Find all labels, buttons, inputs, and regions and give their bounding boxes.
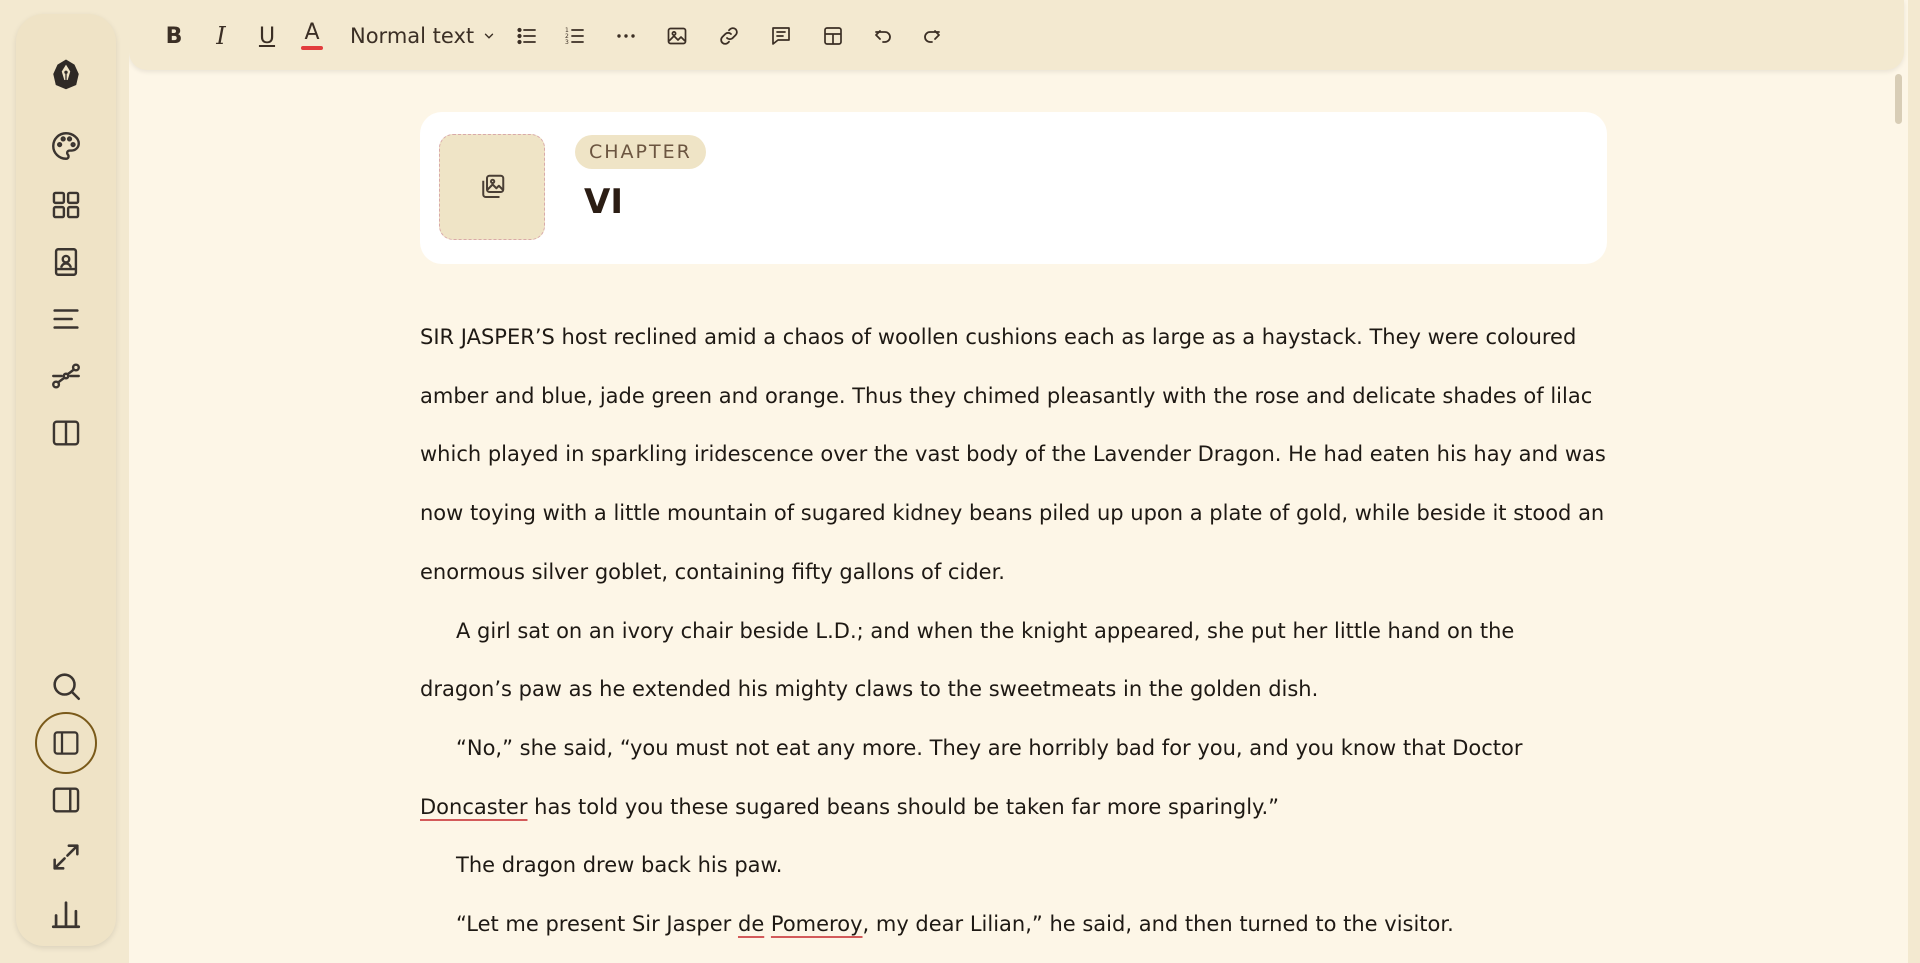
text-run: “Let me present Sir Jasper [456, 912, 738, 937]
paragraph-style-select[interactable]: Normal text [350, 17, 496, 55]
chapter-title[interactable]: VI [584, 182, 623, 222]
misspelled-word: Doncaster [420, 794, 528, 819]
manuscript-text[interactable]: SIR JASPER’S host reclined amid a chaos … [420, 308, 1610, 954]
image-icon[interactable] [659, 17, 695, 55]
stats-icon[interactable] [34, 886, 98, 942]
redo-icon[interactable] [914, 17, 950, 55]
undo-icon[interactable] [865, 17, 901, 55]
paragraph-style-value: Normal text [350, 24, 475, 48]
chapter-cover-placeholder[interactable] [439, 134, 545, 240]
chapter-badge: CHAPTER [575, 135, 706, 169]
text-run: , my dear Lilian,” he said, and then tur… [862, 912, 1454, 937]
text-color-letter: A [304, 20, 320, 45]
more-icon[interactable] [608, 17, 644, 55]
formatting-toolbar: B I U A Normal text 123 [129, 0, 1904, 70]
grid-icon[interactable] [34, 177, 98, 233]
logo-shape [53, 59, 79, 90]
underline-button[interactable]: U [249, 17, 285, 55]
columns-icon[interactable] [34, 405, 98, 461]
left-panel-icon[interactable] [34, 712, 98, 774]
paragraph[interactable]: The dragon drew back his paw. [420, 836, 1610, 895]
misspelled-word: de [737, 912, 765, 937]
link-icon[interactable] [711, 17, 747, 55]
active-indicator [35, 712, 97, 774]
comment-icon[interactable] [763, 17, 799, 55]
text-color-swatch [301, 46, 323, 50]
text-run: has told you these sugared beans should … [527, 794, 1280, 819]
text-run: A girl sat on an ivory chair beside L.D.… [420, 618, 1515, 702]
contacts-book-icon[interactable] [34, 234, 98, 290]
italic-button[interactable]: I [203, 17, 239, 55]
chapter-header-card: CHAPTER VI [420, 112, 1607, 264]
table-icon[interactable] [815, 17, 851, 55]
text-run: SIR JASPER’S host reclined amid a chaos … [420, 325, 1606, 584]
add-image-icon [482, 174, 505, 198]
paragraph[interactable]: “Let me present Sir Jasper de Pomeroy, m… [420, 895, 1610, 954]
bulleted-list-icon[interactable] [509, 17, 545, 55]
paragraph[interactable]: “No,” she said, “you must not eat any mo… [420, 719, 1610, 836]
plot-path-icon[interactable] [34, 348, 98, 404]
logo-icon[interactable] [34, 46, 98, 102]
editor-panel: B I U A Normal text 123 CHAPTER VI SIR J… [129, 0, 1908, 963]
navigation-rail [16, 14, 116, 946]
misspelled-word: Pomeroy [770, 912, 863, 937]
chevron-down-icon [484, 33, 494, 39]
expand-icon[interactable] [34, 829, 98, 885]
palette-icon[interactable] [34, 118, 98, 174]
scrollbar-thumb[interactable] [1895, 74, 1902, 124]
paragraph[interactable]: A girl sat on an ivory chair beside L.D.… [420, 602, 1610, 719]
right-panel-icon[interactable] [34, 772, 98, 828]
search-icon[interactable] [34, 658, 98, 714]
text-run [764, 912, 771, 936]
numbered-list-icon[interactable]: 123 [557, 17, 593, 55]
text-color-button[interactable]: A [294, 17, 330, 55]
svg-text:3: 3 [565, 39, 569, 46]
paragraph[interactable]: SIR JASPER’S host reclined amid a chaos … [420, 308, 1610, 602]
bold-button[interactable]: B [156, 17, 192, 55]
text-run: “No,” she said, “you must not eat any mo… [456, 735, 1523, 760]
text-run: The dragon drew back his paw. [456, 853, 783, 878]
text-lines-icon[interactable] [34, 291, 98, 347]
